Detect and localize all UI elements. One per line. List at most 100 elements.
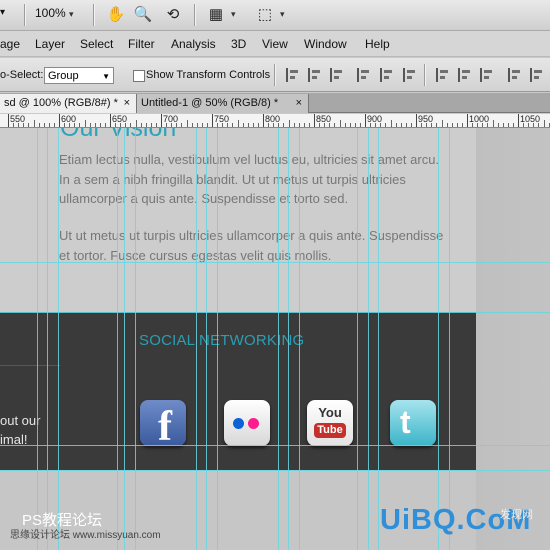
- rotate-view-icon[interactable]: ⟲: [163, 5, 183, 25]
- ruler-minor-tick: [497, 123, 499, 127]
- guide-line[interactable]: [0, 470, 550, 471]
- menu-analysis[interactable]: Analysis: [171, 37, 216, 51]
- guide-line[interactable]: [378, 128, 379, 550]
- distribute-left-icon[interactable]: [508, 68, 522, 82]
- ruler-minor-tick: [482, 123, 484, 127]
- chevron-down-icon: ▼: [102, 72, 110, 81]
- align-bottom-icon[interactable]: [330, 68, 344, 82]
- ruler-minor-tick: [176, 123, 178, 127]
- guide-line[interactable]: [58, 128, 59, 550]
- ruler-minor-tick: [319, 123, 321, 127]
- guide-line[interactable]: [196, 128, 197, 550]
- distribute-bottom-icon[interactable]: [480, 68, 494, 82]
- guide-line[interactable]: [449, 128, 450, 550]
- zoom-level-dropdown[interactable]: 100% ▾: [35, 6, 74, 20]
- close-icon[interactable]: ×: [124, 94, 130, 113]
- guide-line[interactable]: [368, 128, 369, 550]
- tab-untitled-1[interactable]: Untitled-1 @ 50% (RGB/8) * ×: [137, 94, 309, 113]
- guide-line[interactable]: [206, 128, 207, 550]
- align-right-icon[interactable]: [403, 68, 417, 82]
- align-horizontal-center-icon[interactable]: [380, 68, 394, 82]
- ruler-minor-tick: [344, 123, 346, 127]
- align-top-icon[interactable]: [286, 68, 300, 82]
- ruler-minor-tick: [155, 123, 157, 127]
- chevron-down-icon: ▾: [69, 9, 74, 19]
- guide-line[interactable]: [37, 128, 38, 550]
- guide-line[interactable]: [438, 128, 439, 550]
- ruler-major-tick: [110, 114, 111, 127]
- facebook-icon[interactable]: f: [140, 400, 186, 450]
- menu-help[interactable]: Help: [365, 37, 390, 51]
- guide-line[interactable]: [0, 262, 550, 263]
- youtube-icon[interactable]: You Tube: [307, 400, 353, 446]
- ruler-minor-tick: [140, 123, 142, 127]
- ruler-minor-tick: [79, 123, 81, 127]
- guide-line[interactable]: [357, 128, 358, 550]
- distribute-horizontal-icon[interactable]: [530, 68, 544, 82]
- show-transform-label: Show Transform Controls: [146, 69, 271, 81]
- separator: [194, 4, 195, 26]
- ruler-minor-tick: [257, 123, 259, 127]
- zoom-level-value: 100%: [35, 6, 66, 20]
- guide-line[interactable]: [217, 128, 218, 550]
- tab-active-document[interactable]: sd @ 100% (RGB/8#) * ×: [0, 94, 137, 113]
- document-canvas[interactable]: Our Vision Etiam lectus nulla, vestibulu…: [0, 128, 550, 550]
- ruler-minor-tick: [247, 123, 249, 127]
- ruler-minor-tick: [89, 123, 91, 127]
- menu-layer[interactable]: Layer: [35, 37, 65, 51]
- menu-select[interactable]: Select: [80, 37, 113, 51]
- ruler-major-tick: [518, 114, 519, 127]
- side-text: out our: [0, 413, 41, 428]
- guide-line[interactable]: [47, 128, 48, 550]
- ruler-minor-tick: [150, 123, 152, 127]
- show-transform-checkbox[interactable]: [133, 70, 145, 82]
- ruler-minor-tick: [298, 123, 300, 127]
- guide-line[interactable]: [288, 128, 289, 550]
- arrange-documents-icon[interactable]: ▦: [206, 5, 226, 25]
- menu-filter[interactable]: Filter: [128, 37, 155, 51]
- flickr-icon[interactable]: [224, 400, 270, 446]
- zoom-tool-icon[interactable]: 🔍: [133, 5, 153, 25]
- guide-line[interactable]: [135, 128, 136, 550]
- ruler-major-tick: [212, 114, 213, 127]
- ruler-minor-tick: [400, 123, 402, 127]
- chevron-down-icon[interactable]: ▾: [280, 9, 285, 20]
- guide-line[interactable]: [278, 128, 279, 550]
- ruler-minor-tick: [64, 123, 66, 127]
- ruler-minor-tick: [145, 123, 147, 127]
- menu-view[interactable]: View: [262, 37, 288, 51]
- horizontal-ruler[interactable]: 550 600 650 700 750 800 850 900 950 1000 1050: [0, 114, 550, 128]
- document-tab-bar: sd @ 100% (RGB/8#) * × Untitled-1 @ 50% …: [0, 93, 550, 113]
- align-vertical-center-icon[interactable]: [308, 68, 322, 82]
- guide-line[interactable]: [0, 445, 550, 446]
- ruler-minor-tick: [390, 120, 392, 127]
- twitter-icon[interactable]: t: [390, 400, 436, 446]
- ruler-minor-tick: [334, 123, 336, 127]
- caret-icon[interactable]: ▾: [0, 7, 5, 18]
- ruler-minor-tick: [191, 123, 193, 127]
- ruler-minor-tick: [421, 123, 423, 127]
- ruler-minor-tick: [166, 123, 168, 127]
- ruler-minor-tick: [487, 123, 489, 127]
- hand-tool-icon[interactable]: ✋: [106, 5, 126, 25]
- ruler-minor-tick: [84, 120, 86, 127]
- auto-select-label: o-Select:: [0, 69, 44, 81]
- guide-line[interactable]: [117, 128, 118, 550]
- ruler-minor-tick: [99, 123, 101, 127]
- align-left-icon[interactable]: [357, 68, 371, 82]
- chevron-down-icon[interactable]: ▾: [231, 9, 236, 20]
- distribute-top-icon[interactable]: [436, 68, 450, 82]
- ruler-minor-tick: [472, 123, 474, 127]
- guide-line[interactable]: [0, 312, 550, 313]
- menu-3d[interactable]: 3D: [231, 37, 246, 51]
- guide-line[interactable]: [299, 128, 300, 550]
- screen-mode-icon[interactable]: ⬚: [255, 5, 275, 25]
- guide-line[interactable]: [124, 128, 125, 550]
- ruler-major-tick: [416, 114, 417, 127]
- distribute-center-icon[interactable]: [458, 68, 472, 82]
- close-icon[interactable]: ×: [296, 94, 302, 113]
- auto-select-dropdown[interactable]: Group ▼: [44, 67, 114, 84]
- menu-window[interactable]: Window: [304, 37, 347, 51]
- menu-image[interactable]: age: [0, 37, 20, 51]
- ruler-minor-tick: [94, 123, 96, 127]
